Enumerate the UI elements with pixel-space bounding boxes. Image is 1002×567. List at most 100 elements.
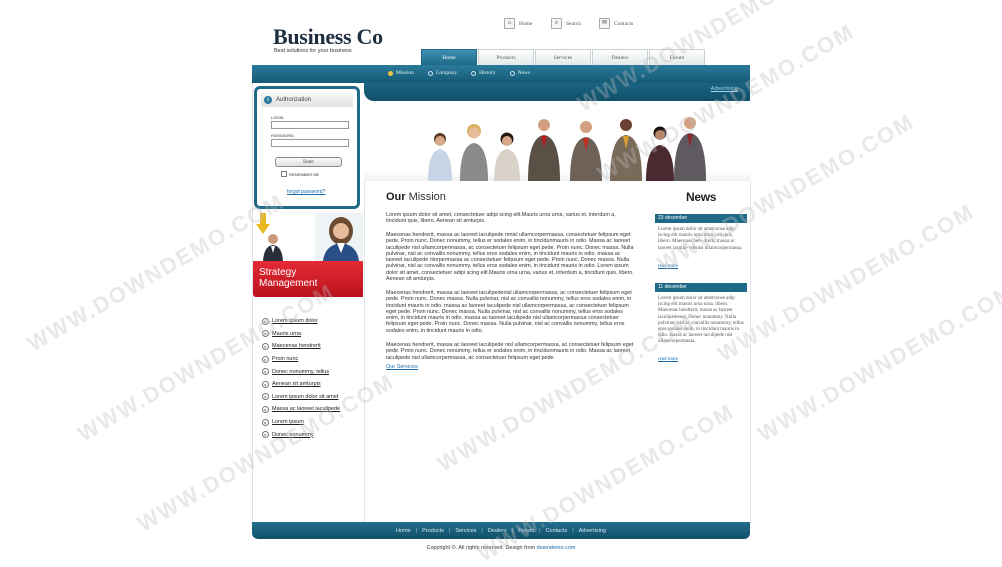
subnav-label: Mission xyxy=(396,70,414,76)
arrow-right-icon: ▸ xyxy=(262,431,269,439)
separator: | xyxy=(572,527,574,534)
arrow-right-icon: ▸ xyxy=(262,380,269,388)
footer-link-products[interactable]: Products xyxy=(422,528,444,534)
arrow-right-icon: ▸ xyxy=(262,418,269,426)
footer-link-dealers[interactable]: Dealers xyxy=(488,528,507,534)
our-services-link[interactable]: Our Services xyxy=(386,364,418,370)
footer-link-advertising[interactable]: Advertising xyxy=(579,528,606,534)
forgot-password-link[interactable]: forgot password? xyxy=(287,189,325,195)
sidelink-label: Proin nunc xyxy=(272,356,299,363)
toplink-contacts[interactable]: ✉ Contacts xyxy=(599,18,633,29)
sidelink-item[interactable]: ▸ Mauris urna xyxy=(262,328,340,341)
arrow-right-icon: ▸ xyxy=(262,317,269,325)
read-more-link[interactable]: read more xyxy=(658,357,678,362)
watermark: WWW.DOWNDEMO.COM xyxy=(753,278,1002,447)
password-label: PASSWORD xyxy=(271,133,295,138)
auth-header: i Authorization xyxy=(261,93,353,107)
subnav-company[interactable]: Company xyxy=(427,70,458,76)
login-label: LOGIN xyxy=(271,115,284,120)
info-icon: i xyxy=(264,96,272,104)
bullet-icon xyxy=(388,70,393,76)
news-text: Lorem ipsum dolor sit ametconse adip isc… xyxy=(658,227,743,251)
subnav-label: History xyxy=(479,70,496,76)
mission-paragraph-2: Maecenas hendrerit, massa ac laoreet iac… xyxy=(386,232,634,283)
tab-dealers[interactable]: Dealers xyxy=(592,49,648,65)
sidelink-item[interactable]: ▸ Aenean sit amturpis xyxy=(262,378,340,391)
subnav-label: Company xyxy=(435,70,458,76)
tab-products[interactable]: Products xyxy=(478,49,534,65)
copyright-link[interactable]: downdemo.com xyxy=(537,545,576,551)
authorization-box: i Authorization LOGIN PASSWORD Enter REM… xyxy=(254,86,360,209)
sidelink-item[interactable]: ▸ Maecenas hendrerit xyxy=(262,340,340,353)
site-tagline: Best solutions for your business xyxy=(274,48,352,54)
remember-me: REMEMBER ME xyxy=(281,171,319,177)
tab-home[interactable]: Home xyxy=(421,49,477,65)
subnav-mission[interactable]: Mission xyxy=(388,70,414,76)
toplink-label: Home xyxy=(519,20,533,27)
sidelink-item[interactable]: ▸ Donec nonummy xyxy=(262,428,340,441)
strategy-title: Strategy Management xyxy=(259,267,317,289)
strategy-banner[interactable]: Strategy Management xyxy=(253,213,363,297)
copyright: Copyright ©. All rights reserved. Design… xyxy=(252,545,750,551)
remember-checkbox[interactable] xyxy=(281,171,287,177)
sub-nav: Mission Company History News xyxy=(388,70,530,76)
toplink-search[interactable]: ⌕ Search xyxy=(551,18,581,29)
advertising-link[interactable]: Advertising xyxy=(711,86,738,92)
news-date: 23 december xyxy=(655,214,747,223)
sidelink-item[interactable]: ▸ Massa ac laoreet iaculipede xyxy=(262,403,340,416)
footer-nav: Home | Products | Services | Dealers | Forum… xyxy=(252,522,750,539)
sidelink-label: Maecenas hendrerit xyxy=(272,343,321,350)
sidelink-item[interactable]: ▸ Lorem ipsum xyxy=(262,416,340,429)
footer-link-forum[interactable]: Forum xyxy=(518,528,534,534)
sidelink-item[interactable]: ▸ Donec nonummy, tellus xyxy=(262,365,340,378)
arrow-right-icon: ▸ xyxy=(262,355,269,363)
watermark: WWW.DOWNDEMO.COM xyxy=(23,188,289,357)
sidelink-label: Lorem ipsum dolor xyxy=(272,318,318,325)
arrow-right-icon: ▸ xyxy=(262,330,269,338)
separator: | xyxy=(415,527,418,534)
tab-services[interactable]: Services xyxy=(535,49,591,65)
separator: | xyxy=(539,527,541,534)
footer-link-home[interactable]: Home xyxy=(396,528,411,534)
toplink-label: Search xyxy=(566,20,581,27)
search-icon: ⌕ xyxy=(551,18,562,29)
sidelink-label: Massa ac laoreet iaculipede xyxy=(272,406,341,413)
mission-paragraph-4: Maecenas hendrerit, massa ac laoreet iac… xyxy=(386,342,634,361)
sidelink-item[interactable]: ▸ Lorem ipsum dolor xyxy=(262,315,340,328)
separator: | xyxy=(511,527,514,534)
mission-title: Our Mission xyxy=(386,191,446,203)
sidelink-label: Aenean sit amturpis xyxy=(272,381,321,388)
sidelink-item[interactable]: ▸ Proin nunc xyxy=(262,353,340,366)
tab-forum[interactable]: Forum xyxy=(649,49,705,65)
main-tabs: Home Products Services Dealers Forum xyxy=(421,49,705,65)
password-input[interactable] xyxy=(271,139,349,147)
toplink-label: Contacts xyxy=(614,20,634,27)
copyright-text: Copyright ©. All rights reserved. Design… xyxy=(426,545,537,551)
toplink-home[interactable]: ⌂ Home xyxy=(504,18,532,29)
mission-title-rest: Mission xyxy=(405,191,446,203)
businesswoman-image xyxy=(315,213,363,261)
login-input[interactable] xyxy=(271,121,349,129)
mission-paragraph-3: Maecenas hendrerit, massa ac laoreet iac… xyxy=(386,290,632,334)
enter-button[interactable]: Enter xyxy=(275,157,342,167)
sidelink-item[interactable]: ▸ Lorem ipsum dolor sit amet xyxy=(262,391,340,404)
sidelink-label: Lorem ipsum xyxy=(272,419,304,426)
arrow-right-icon: ▸ xyxy=(262,368,269,376)
mission-paragraph-1: Lorem ipsum dolor sit amet, consectetuer… xyxy=(386,212,616,225)
subnav-history[interactable]: History xyxy=(471,70,496,76)
read-more-link[interactable]: read more xyxy=(658,264,678,269)
strategy-line2: Management xyxy=(259,278,318,289)
site-logo[interactable]: Business Co xyxy=(273,26,383,48)
subnav-news[interactable]: News xyxy=(509,70,531,76)
sidelink-label: Donec nonummy xyxy=(272,431,314,438)
subnav-label: News xyxy=(517,70,531,76)
footer-link-contacts[interactable]: Contacts xyxy=(546,528,568,534)
separator: | xyxy=(481,527,483,534)
bullet-icon xyxy=(471,70,477,76)
home-icon: ⌂ xyxy=(504,18,515,29)
mission-title-bold: Our xyxy=(386,191,406,203)
team-people-image xyxy=(428,117,706,181)
footer-link-services[interactable]: Services xyxy=(455,528,476,534)
auth-title: Authorization xyxy=(276,97,312,103)
watermark: WWW.DOWNDEMO.COM xyxy=(713,198,979,367)
